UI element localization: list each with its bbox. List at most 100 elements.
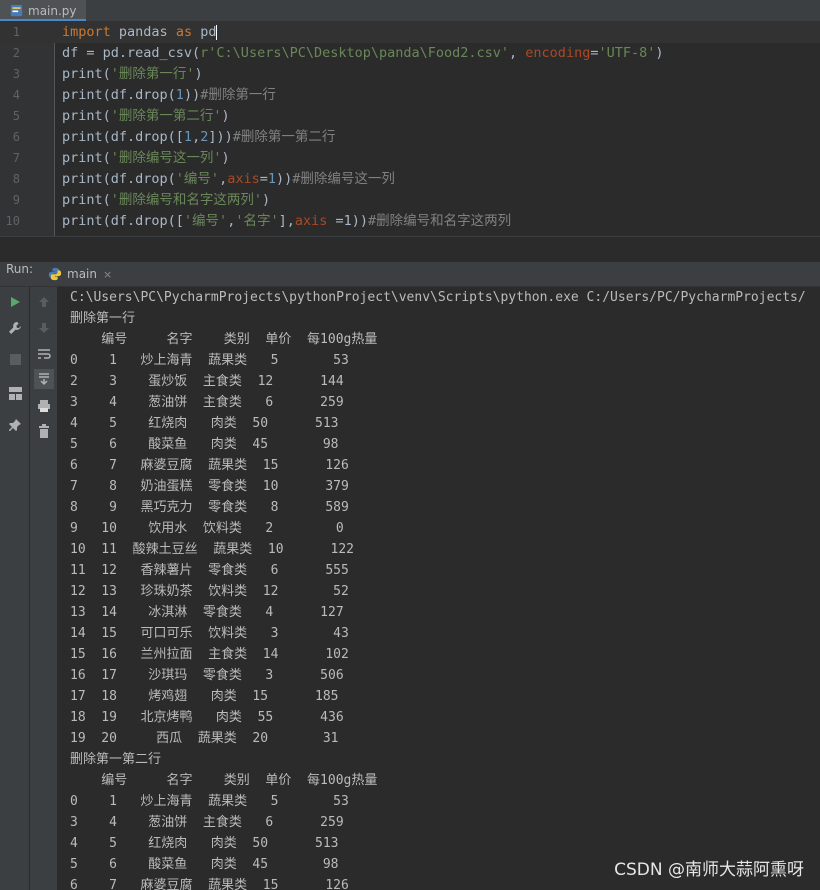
- code-token: ): [221, 108, 230, 124]
- code-text: df = pd.read_csv(r'C:\Users\PC\Desktop\p…: [62, 43, 664, 64]
- arrow-down-icon[interactable]: [34, 318, 54, 338]
- console-line: 6 7 麻婆豆腐 蔬果类 15 126: [70, 878, 349, 890]
- line-number: 6: [12, 130, 20, 144]
- console-line: 7 8 奶油蛋糕 零食类 10 379: [70, 479, 349, 494]
- python-file-icon: [10, 4, 23, 17]
- console-line: 10 11 酸辣土豆丝 蔬果类 10 122: [70, 542, 355, 557]
- editor-console-separator: [0, 236, 820, 263]
- code-text: print(df.drop(1))#删除第一行: [62, 85, 276, 106]
- code-token: ,: [219, 171, 228, 187]
- python-icon: [48, 267, 62, 281]
- code-token: axis: [227, 171, 260, 187]
- code-token: import: [62, 24, 111, 40]
- code-text: print('删除第一行'): [62, 64, 203, 85]
- console-line: 16 17 沙琪玛 零食类 3 506: [70, 668, 344, 683]
- code-token: '删除编号这一列': [110, 150, 222, 166]
- line-number: 2: [12, 46, 20, 60]
- code-text: print(df.drop(['编号','名字'],axis =1))#删除编号…: [62, 211, 511, 232]
- tab-label: main.py: [28, 3, 77, 18]
- text-caret: [216, 24, 218, 40]
- code-token: ])): [208, 129, 233, 145]
- code-token: 1: [267, 171, 276, 187]
- code-token: print(: [62, 150, 111, 166]
- line-number: 8: [12, 172, 20, 186]
- code-token: =: [259, 171, 268, 187]
- code-token: print(: [62, 108, 111, 124]
- tab-main-py[interactable]: main.py: [0, 0, 86, 21]
- console-line: 2 3 蛋炒饭 主食类 12 144: [70, 374, 344, 389]
- code-text: print('删除编号这一列'): [62, 148, 230, 169]
- console-line: 5 6 酸菜鱼 肉类 45 98: [70, 437, 339, 452]
- layout-icon[interactable]: [5, 383, 25, 403]
- print-icon[interactable]: [34, 396, 54, 416]
- code-line[interactable]: 1 import pandas as pd: [0, 22, 820, 43]
- code-line[interactable]: 6 print(df.drop([1,2]))#删除第一第二行: [0, 127, 820, 148]
- code-line[interactable]: 8 print(df.drop('编号',axis=1))#删除编号这一列: [0, 169, 820, 190]
- code-token: 1: [175, 87, 184, 103]
- close-icon[interactable]: ×: [103, 268, 112, 281]
- code-token: #删除第一第二行: [232, 129, 336, 145]
- run-tool-window-header: Run: main ×: [0, 262, 820, 287]
- run-label: Run:: [6, 262, 34, 276]
- code-token: ): [221, 150, 230, 166]
- code-token: ],: [278, 213, 295, 229]
- code-token: '删除编号和名字这两列': [110, 192, 263, 208]
- code-token: 'UTF-8': [598, 45, 656, 61]
- console-line: 18 19 北京烤鸭 肉类 55 436: [70, 710, 344, 725]
- console-line: 4 5 红烧肉 肉类 50 513: [70, 836, 339, 851]
- line-number: 3: [12, 67, 20, 81]
- run-console-output[interactable]: C:\Users\PC\PycharmProjects\pythonProjec…: [58, 287, 820, 890]
- code-line[interactable]: 10 print(df.drop(['编号','名字'],axis =1))#删除…: [0, 211, 820, 232]
- trash-icon[interactable]: [34, 421, 54, 441]
- code-token: axis: [294, 213, 336, 229]
- code-token: print(df.drop([: [62, 129, 184, 145]
- watermark: CSDN @南师大蒜阿熏呀: [614, 860, 804, 880]
- console-line: 8 9 黑巧克力 零食类 8 589: [70, 500, 349, 515]
- console-line: 12 13 珍珠奶茶 饮料类 12 52: [70, 584, 349, 599]
- console-line: C:\Users\PC\PycharmProjects\pythonProjec…: [70, 290, 806, 305]
- console-line: 0 1 炒上海青 蔬果类 5 53: [70, 794, 349, 809]
- code-line[interactable]: 4 print(df.drop(1))#删除第一行: [0, 85, 820, 106]
- line-number: 5: [12, 109, 20, 123]
- code-token: '删除第一第二行': [110, 108, 222, 124]
- code-token: encoding: [517, 45, 591, 61]
- run-toolbar-secondary: [30, 287, 57, 890]
- run-tab-main[interactable]: main ×: [48, 262, 118, 286]
- code-line[interactable]: 5 print('删除第一第二行'): [0, 106, 820, 127]
- scroll-to-end-icon[interactable]: [34, 369, 54, 389]
- code-line[interactable]: 3 print('删除第一行'): [0, 64, 820, 85]
- code-token: df = pd.read_csv(: [62, 45, 201, 61]
- console-line: 11 12 香辣薯片 零食类 6 555: [70, 563, 349, 578]
- active-tab-indicator: [0, 19, 86, 21]
- code-line[interactable]: 2 df = pd.read_csv(r'C:\Users\PC\Desktop\…: [0, 43, 820, 64]
- console-line: 3 4 葱油饼 主食类 6 259: [70, 395, 344, 410]
- line-number: 10: [5, 214, 20, 228]
- code-token: #删除编号这一列: [292, 171, 395, 187]
- code-line[interactable]: 7 print('删除编号这一列'): [0, 148, 820, 169]
- rerun-icon[interactable]: [5, 292, 25, 312]
- code-token: as: [175, 24, 193, 40]
- code-token: ,: [509, 45, 518, 61]
- code-line[interactable]: 9 print('删除编号和名字这两列'): [0, 190, 820, 211]
- code-token: pd: [192, 24, 217, 40]
- console-line: 4 5 红烧肉 肉类 50 513: [70, 416, 339, 431]
- code-text: print('删除编号和名字这两列'): [62, 190, 270, 211]
- code-token: '编号': [175, 171, 220, 187]
- console-line: 19 20 西瓜 蔬果类 20 31: [70, 731, 339, 746]
- code-token: ): [262, 192, 271, 208]
- soft-wrap-icon[interactable]: [34, 344, 54, 364]
- line-number: 7: [12, 151, 20, 165]
- code-token: )): [276, 171, 293, 187]
- code-token: print(df.drop(: [62, 171, 176, 187]
- code-token: ): [655, 45, 664, 61]
- pin-icon[interactable]: [5, 415, 25, 435]
- code-editor[interactable]: 1 import pandas as pd 2 df = pd.read_csv(r'…: [0, 22, 820, 236]
- wrench-icon[interactable]: [5, 318, 25, 338]
- code-token: #删除编号和名字这两列: [368, 213, 512, 229]
- stop-icon[interactable]: [5, 349, 25, 369]
- code-token: '名字': [235, 213, 279, 229]
- console-line: 14 15 可口可乐 饮料类 3 43: [70, 626, 349, 641]
- code-token: =1)): [335, 213, 369, 229]
- code-token: 1: [183, 129, 193, 145]
- arrow-up-icon[interactable]: [34, 292, 54, 312]
